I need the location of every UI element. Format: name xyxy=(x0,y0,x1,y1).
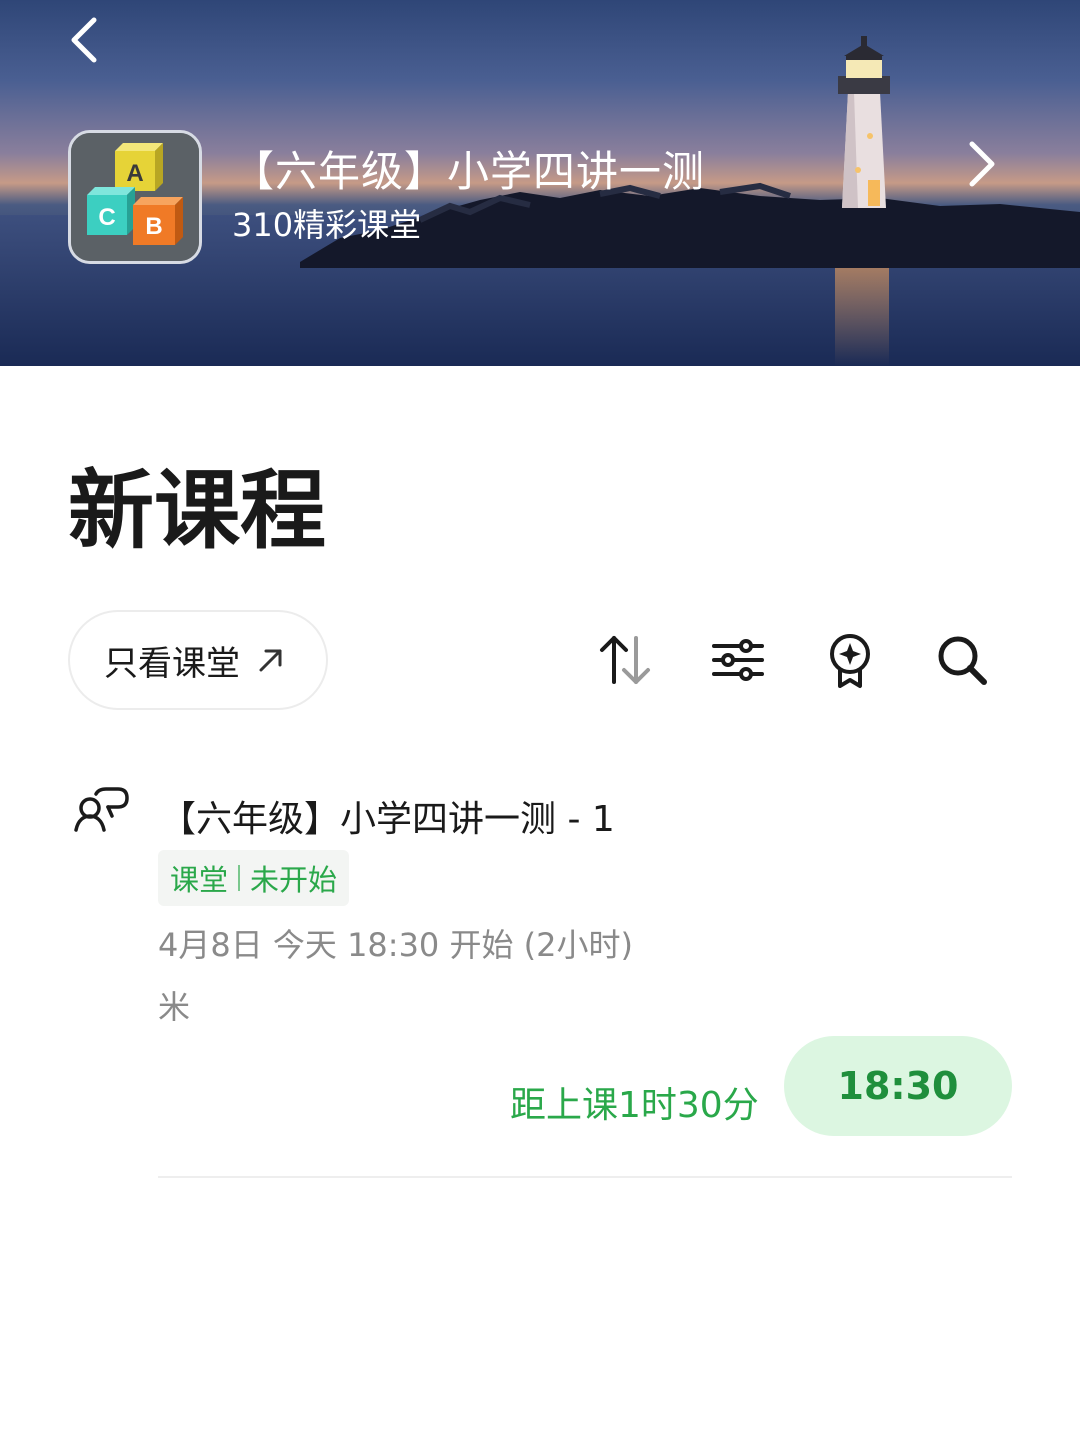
sort-button[interactable] xyxy=(596,630,656,690)
search-icon xyxy=(938,636,987,685)
course-group-subtitle: 310精彩课堂 xyxy=(232,206,422,244)
header-banner: A C B 【六年级】小学四讲一测 310精彩课堂 xyxy=(0,0,1080,366)
classroom-icon xyxy=(74,787,129,832)
sliders-icon xyxy=(712,639,764,681)
tag-status: 未开始 xyxy=(250,863,338,897)
award-icon xyxy=(830,634,870,688)
course-schedule: 4月8日 今天 18:30 开始 (2小时) xyxy=(158,926,633,964)
course-group-title[interactable]: 【六年级】小学四讲一测 xyxy=(232,138,705,199)
app-icon-letter-b: B xyxy=(145,213,162,240)
countdown-text: 距上课1时30分 xyxy=(510,1085,759,1126)
achievement-button[interactable] xyxy=(820,630,880,690)
app-icon[interactable]: A C B xyxy=(68,130,202,264)
tag-type: 课堂 xyxy=(170,863,229,897)
app-icon-letter-a: A xyxy=(126,160,143,187)
start-time-button[interactable]: 18:30 xyxy=(784,1036,1012,1136)
arrow-up-right-icon xyxy=(259,649,282,672)
filter-chip-label: 只看课堂 xyxy=(104,643,240,684)
abc-blocks-icon: A C B xyxy=(71,133,199,261)
tag-separator xyxy=(238,865,241,891)
sort-arrows-icon xyxy=(600,636,650,684)
filter-settings-button[interactable] xyxy=(708,630,768,690)
course-tags: 课堂 未开始 xyxy=(158,850,350,906)
chevron-left-icon xyxy=(71,17,97,63)
page-title: 新课程 xyxy=(68,461,326,561)
course-title[interactable]: 【六年级】小学四讲一测 - 1 xyxy=(160,790,615,842)
app-icon-letter-c: C xyxy=(98,204,115,231)
chevron-right-icon xyxy=(969,141,995,187)
search-button[interactable] xyxy=(932,630,992,690)
course-teacher: 米 xyxy=(158,988,191,1026)
only-classroom-filter-chip[interactable]: 只看课堂 xyxy=(68,610,328,710)
course-group-detail-button[interactable] xyxy=(952,136,1008,192)
back-button[interactable] xyxy=(58,12,114,68)
list-divider xyxy=(158,1176,1012,1178)
